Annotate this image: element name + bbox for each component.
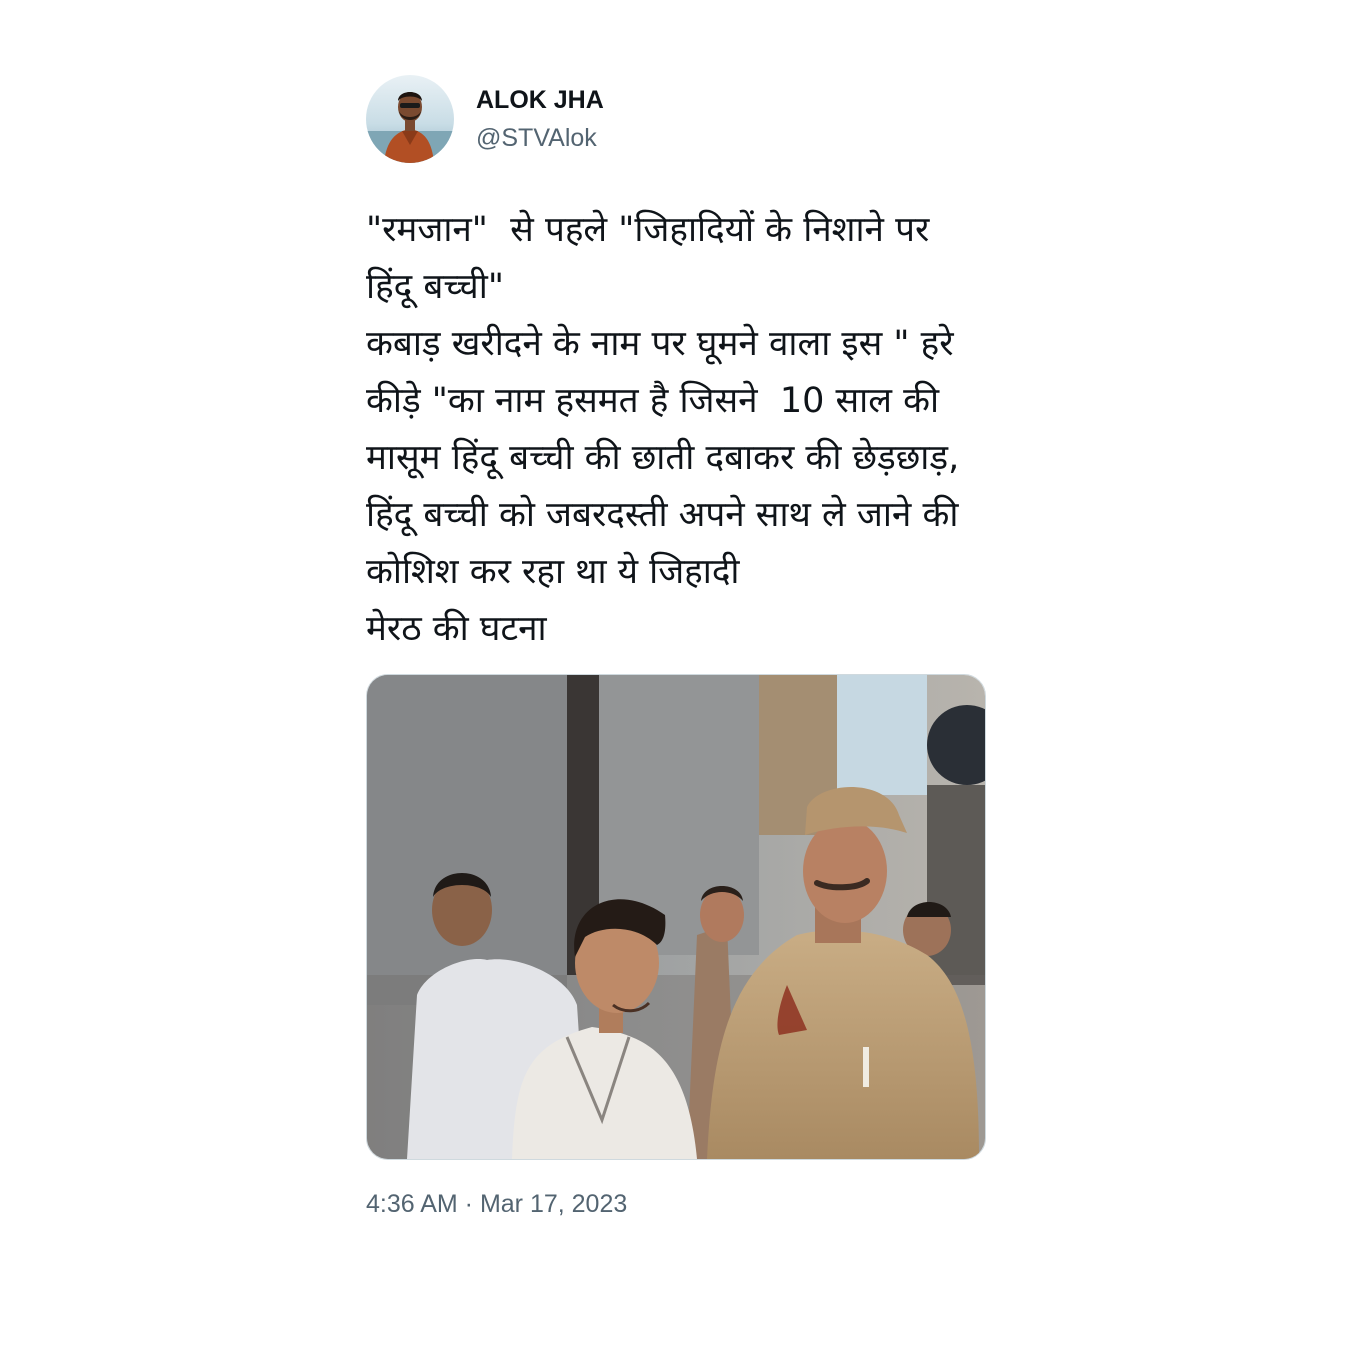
author-display-name[interactable]: ALOK JHA xyxy=(476,84,604,116)
tweet-text: "रमजान" से पहले "जिहादियों के निशाने पर … xyxy=(366,210,960,649)
avatar[interactable] xyxy=(366,75,454,163)
tweet-header: ALOK JHA @STVAlok xyxy=(366,74,986,164)
tweet-photo[interactable] xyxy=(366,674,986,1160)
tweet-card: ALOK JHA @STVAlok "रमजान" से पहले "जिहाद… xyxy=(366,74,986,1219)
tweet-timestamp[interactable]: 4:36 AM · Mar 17, 2023 xyxy=(366,1190,986,1219)
author-handle[interactable]: @STVAlok xyxy=(476,122,604,154)
author-names: ALOK JHA @STVAlok xyxy=(476,84,604,154)
